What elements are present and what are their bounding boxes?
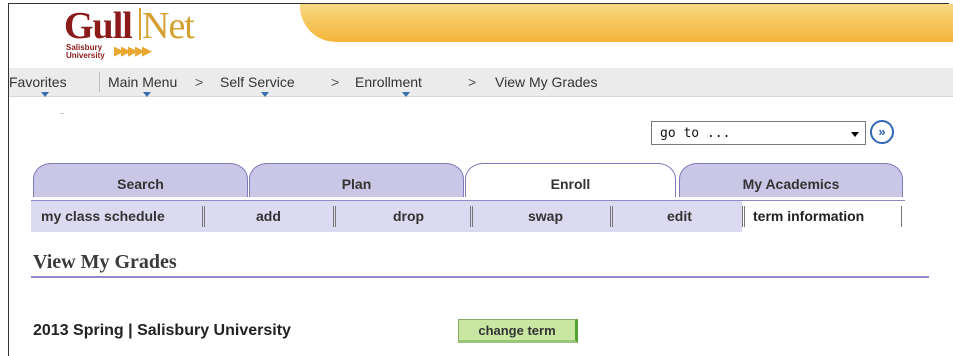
subtab-separator — [333, 206, 336, 227]
tab-label: My Academics — [742, 176, 840, 192]
subtab-separator — [742, 206, 745, 227]
header-banner — [300, 4, 953, 42]
tab-label: Plan — [341, 176, 372, 192]
logo-divider — [139, 8, 141, 40]
subtab-separator — [610, 206, 613, 227]
breadcrumb-view-my-grades: View My Grades — [495, 74, 598, 90]
breadcrumb-separator: > — [195, 74, 204, 90]
gullnet-logo[interactable]: Gull Net Salisbury University ▶▶▶▶▶ — [62, 5, 202, 62]
subtab-my-class-schedule[interactable]: my class schedule — [41, 208, 165, 224]
logo-text-gull: Gull — [64, 5, 133, 47]
favorites-dropdown-icon[interactable] — [41, 92, 49, 97]
breadcrumb-enrollment[interactable]: Enrollment — [355, 74, 422, 90]
breadcrumb-separator: > — [468, 74, 477, 90]
subtab-add[interactable]: add — [256, 208, 281, 224]
main-menu-dropdown-icon[interactable] — [143, 92, 151, 97]
goto-select-value: go to ... — [660, 126, 731, 141]
term-label: 2013 Spring | Salisbury University — [33, 322, 291, 339]
logo-institution-line2: University — [66, 51, 105, 60]
breadcrumb: Favorites Main Menu > Self Service > Enr… — [9, 68, 953, 97]
main-tabs: Search Plan Enroll My Academics — [33, 163, 903, 197]
sub-tabs: my class schedule add drop swap edit ter… — [31, 200, 905, 233]
self-service-dropdown-icon[interactable] — [261, 92, 269, 97]
subtab-drop[interactable]: drop — [393, 208, 424, 224]
page-title: View My Grades — [33, 251, 177, 273]
subtab-swap[interactable]: swap — [528, 208, 563, 224]
subtab-term-information[interactable]: term information — [753, 208, 864, 224]
subtab-separator — [901, 206, 902, 227]
breadcrumb-main-menu[interactable]: Main Menu — [108, 74, 177, 90]
tab-label: Enroll — [550, 176, 591, 192]
logo-arrows-icon: ▶▶▶▶▶ — [114, 43, 152, 58]
tab-search[interactable]: Search — [33, 163, 248, 197]
enrollment-dropdown-icon[interactable] — [402, 92, 410, 97]
tab-my-academics[interactable]: My Academics — [679, 163, 903, 197]
go-button[interactable]: » — [870, 120, 894, 144]
subtab-separator — [202, 206, 205, 227]
double-chevron-right-icon: » — [878, 124, 886, 139]
breadcrumb-self-service[interactable]: Self Service — [220, 74, 295, 90]
logo-text-net: Net — [142, 5, 195, 47]
breadcrumb-separator: > — [331, 74, 340, 90]
subtab-edit[interactable]: edit — [667, 208, 692, 224]
chevron-down-icon — [851, 132, 859, 137]
tab-enroll[interactable]: Enroll — [465, 163, 676, 197]
tab-plan[interactable]: Plan — [249, 163, 464, 197]
divider — [60, 113, 64, 114]
change-term-button[interactable]: change term — [458, 319, 578, 343]
goto-select[interactable]: go to ... — [651, 121, 866, 145]
breadcrumb-favorites[interactable]: Favorites — [9, 74, 67, 90]
subtab-separator — [470, 206, 473, 227]
logo-institution: Salisbury University — [66, 44, 105, 60]
tab-label: Search — [117, 176, 164, 192]
title-divider — [31, 276, 929, 278]
breadcrumb-divider — [99, 72, 100, 92]
